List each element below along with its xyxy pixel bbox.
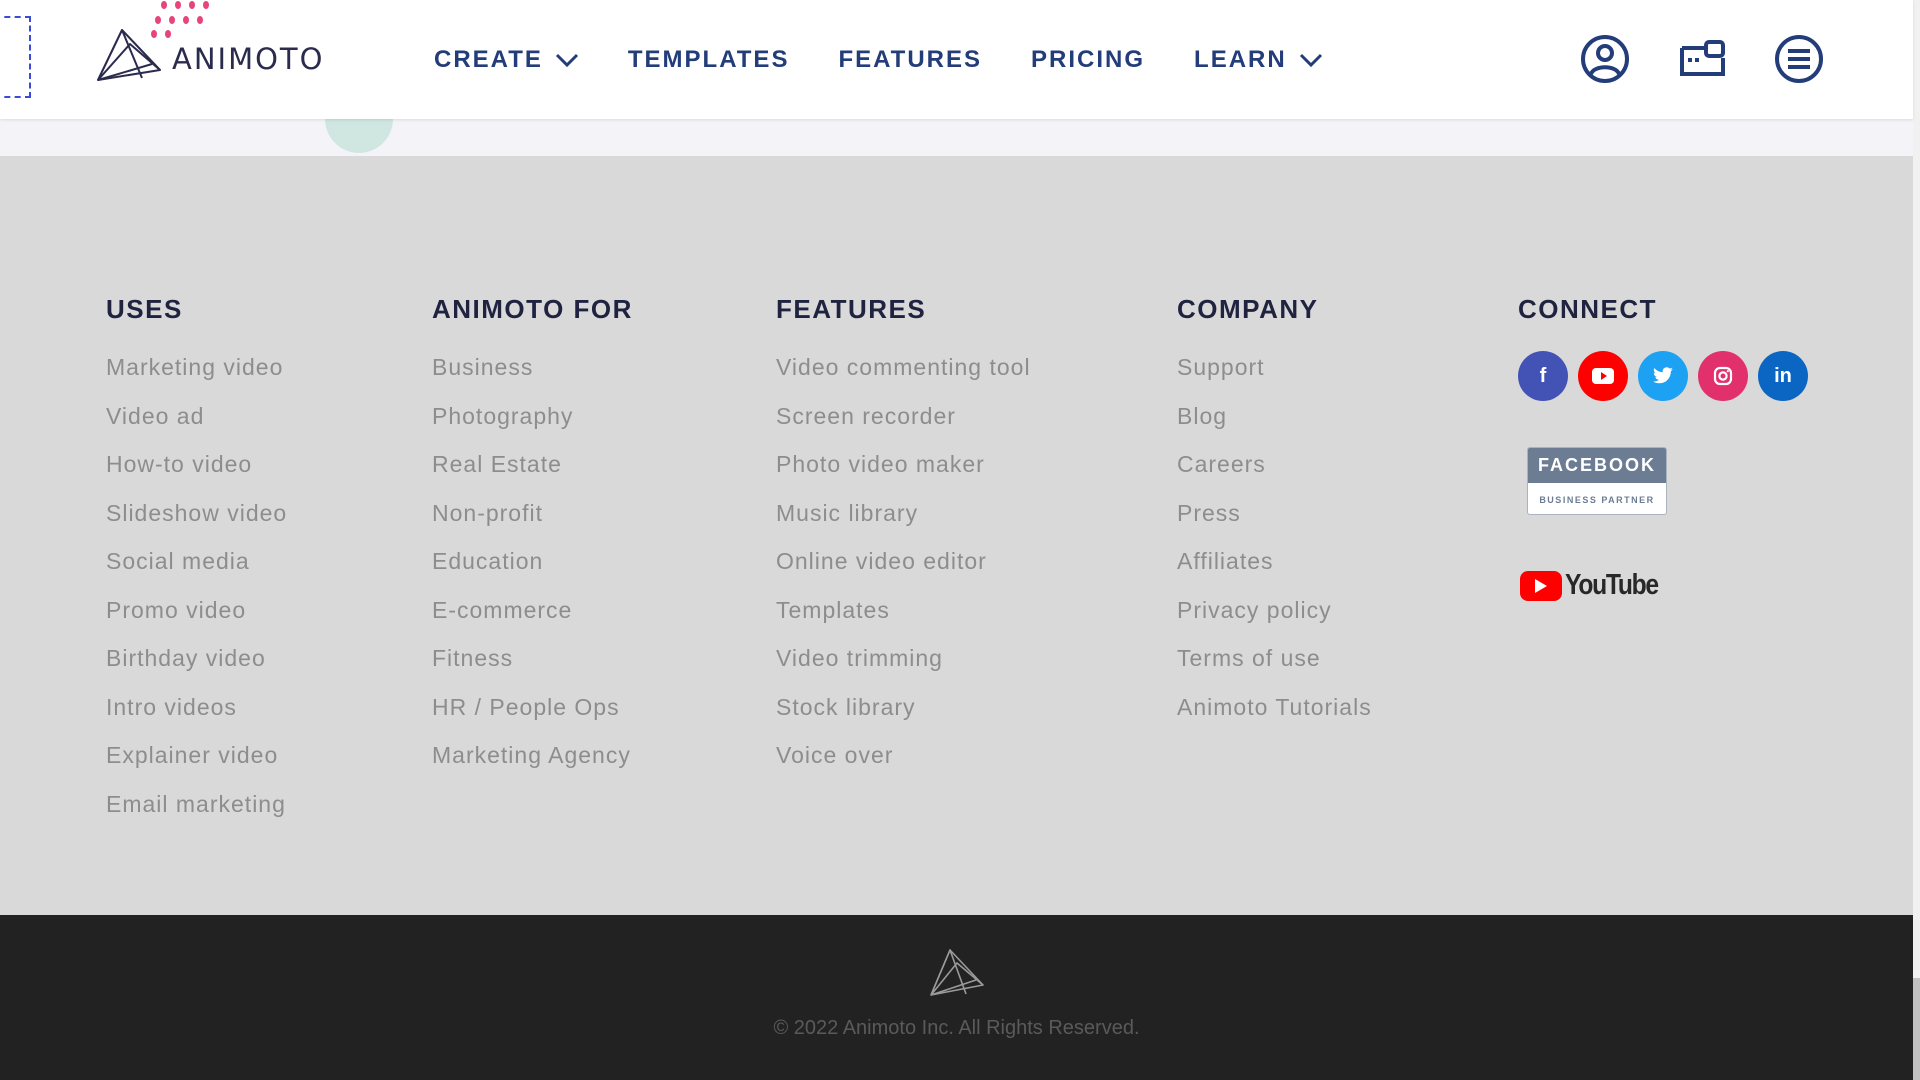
main-navigation: CREATE TEMPLATES FEATURES PRICING LEARN xyxy=(434,0,1372,119)
footer-bottom-bar: © 2022 Animoto Inc. All Rights Reserved. xyxy=(0,915,1913,1080)
logo-wordmark: ANIMOTO xyxy=(172,42,325,76)
footer-link[interactable]: Marketing Agency xyxy=(432,739,633,788)
nav-features-label: FEATURES xyxy=(838,45,983,73)
scrollbar-thumb[interactable] xyxy=(1913,978,1920,1080)
nav-pricing-label: PRICING xyxy=(1031,45,1146,73)
footer-link[interactable]: Voice over xyxy=(776,739,1031,788)
footer-link[interactable]: Stock library xyxy=(776,691,1031,740)
footer-link[interactable]: Terms of use xyxy=(1177,642,1372,691)
footer-link[interactable]: E-commerce xyxy=(432,594,633,643)
footer-link[interactable]: Music library xyxy=(776,497,1031,546)
footer-link[interactable]: Education xyxy=(432,545,633,594)
footer-heading: CONNECT xyxy=(1518,294,1658,324)
twitter-button[interactable] xyxy=(1638,351,1688,401)
youtube-button[interactable] xyxy=(1578,351,1628,401)
nav-templates[interactable]: TEMPLATES xyxy=(628,46,790,74)
footer-column-uses: USES Marketing video Video ad How-to vid… xyxy=(106,294,287,836)
footer-link[interactable]: Privacy policy xyxy=(1177,594,1372,643)
copyright-text: © 2022 Animoto Inc. All Rights Reserved. xyxy=(773,1017,1140,1039)
footer-link[interactable]: Social media xyxy=(106,545,287,594)
footer-link[interactable]: Press xyxy=(1177,497,1372,546)
instagram-icon xyxy=(1713,366,1733,386)
chevron-down-icon xyxy=(555,53,578,67)
footer-link[interactable]: Affiliates xyxy=(1177,545,1372,594)
footer-link[interactable]: Video ad xyxy=(106,400,287,449)
site-header: ANIMOTO CREATE TEMPLATES FEATURES PRICIN… xyxy=(0,0,1913,119)
footer-link[interactable]: HR / People Ops xyxy=(432,691,633,740)
header-actions xyxy=(1580,34,1871,84)
site-footer: USES Marketing video Video ad How-to vid… xyxy=(0,156,1913,915)
footer-link[interactable]: Intro videos xyxy=(106,691,287,740)
menu-icon xyxy=(1775,35,1823,83)
nav-features[interactable]: FEATURES xyxy=(838,46,982,74)
facebook-icon: f xyxy=(1539,364,1547,387)
footer-link[interactable]: How-to video xyxy=(106,448,287,497)
youtube-logo[interactable]: YouTube xyxy=(1520,569,1818,602)
footer-link[interactable]: Fitness xyxy=(432,642,633,691)
youtube-wordmark: YouTube xyxy=(1565,569,1659,601)
footer-link[interactable]: Blog xyxy=(1177,400,1372,449)
facebook-button[interactable]: f xyxy=(1518,351,1568,401)
nav-create[interactable]: CREATE xyxy=(434,46,579,74)
footer-link[interactable]: Non-profit xyxy=(432,497,633,546)
footer-link[interactable]: Email marketing xyxy=(106,788,287,837)
menu-button[interactable] xyxy=(1774,34,1824,84)
footer-column-connect: CONNECT f in FACEBOOK BUSINESS PARTNER Y… xyxy=(1518,294,1818,602)
footer-link[interactable]: Marketing video xyxy=(106,351,287,400)
footer-link[interactable]: Explainer video xyxy=(106,739,287,788)
footer-link[interactable]: Support xyxy=(1177,351,1372,400)
footer-link[interactable]: Business xyxy=(432,351,633,400)
footer-link[interactable]: Photography xyxy=(432,400,633,449)
footer-column-features: FEATURES Video commenting tool Screen re… xyxy=(776,294,1031,788)
animoto-logo[interactable]: ANIMOTO xyxy=(94,24,344,84)
footer-column-animoto-for: ANIMOTO FOR Business Photography Real Es… xyxy=(432,294,633,788)
footer-link[interactable]: Screen recorder xyxy=(776,400,1031,449)
account-icon xyxy=(1581,35,1629,83)
workspace-button[interactable] xyxy=(1677,34,1727,84)
workspace-icon xyxy=(1680,40,1725,76)
footer-link[interactable]: Birthday video xyxy=(106,642,287,691)
footer-link[interactable]: Slideshow video xyxy=(106,497,287,546)
linkedin-icon: in xyxy=(1774,364,1792,387)
youtube-icon xyxy=(1592,368,1614,384)
footer-column-company: COMPANY Support Blog Careers Press Affil… xyxy=(1177,294,1372,739)
footer-link[interactable]: Photo video maker xyxy=(776,448,1031,497)
animoto-logo-icon xyxy=(930,949,984,996)
footer-link[interactable]: Animoto Tutorials xyxy=(1177,691,1372,740)
decorative-dashed-frame xyxy=(0,16,31,98)
facebook-business-partner-badge[interactable]: FACEBOOK BUSINESS PARTNER xyxy=(1527,447,1667,515)
footer-heading: ANIMOTO FOR xyxy=(432,294,633,324)
footer-heading: COMPANY xyxy=(1177,294,1319,324)
footer-link[interactable]: Real Estate xyxy=(432,448,633,497)
social-links: f in xyxy=(1518,351,1818,401)
instagram-button[interactable] xyxy=(1698,351,1748,401)
footer-link[interactable]: Video trimming xyxy=(776,642,1031,691)
youtube-play-icon xyxy=(1520,570,1562,601)
page-scrollbar[interactable] xyxy=(1913,0,1920,1080)
footer-link[interactable]: Promo video xyxy=(106,594,287,643)
footer-link[interactable]: Online video editor xyxy=(776,545,1031,594)
account-button[interactable] xyxy=(1580,34,1630,84)
page-content-edge xyxy=(0,119,1913,156)
chevron-down-icon xyxy=(1299,53,1322,67)
animoto-logo-icon xyxy=(97,29,161,81)
footer-heading: USES xyxy=(106,294,183,324)
nav-learn[interactable]: LEARN xyxy=(1194,46,1323,74)
twitter-icon xyxy=(1653,367,1673,384)
footer-link[interactable]: Video commenting tool xyxy=(776,351,1031,400)
footer-link[interactable]: Careers xyxy=(1177,448,1372,497)
linkedin-button[interactable]: in xyxy=(1758,351,1808,401)
nav-templates-label: TEMPLATES xyxy=(627,45,790,73)
footer-heading: FEATURES xyxy=(776,294,927,324)
badge-subtitle: BUSINESS PARTNER xyxy=(1539,494,1655,505)
badge-title: FACEBOOK xyxy=(1528,448,1666,483)
nav-create-label: CREATE xyxy=(434,45,543,73)
footer-link[interactable]: Templates xyxy=(776,594,1031,643)
nav-learn-label: LEARN xyxy=(1194,45,1287,73)
nav-pricing[interactable]: PRICING xyxy=(1031,46,1145,74)
